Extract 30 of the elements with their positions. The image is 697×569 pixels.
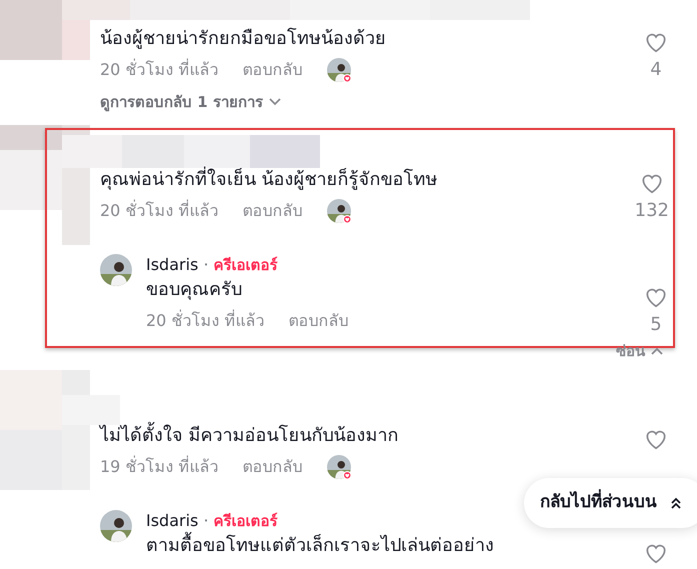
comment-text: ไม่ได้ตั้งใจ มีความอ่อนโยนกับน้องมาก <box>100 422 399 450</box>
like-count: 4 <box>650 59 662 81</box>
timestamp: 20 ชั่วโมง ที่แล้ว <box>146 308 265 332</box>
user-avatar <box>100 254 132 286</box>
comment-text: น้องผู้ชายน่ารักยกมือขอโทษน้องด้วย <box>100 26 386 51</box>
reply-link[interactable]: ตอบกลับ <box>242 58 303 82</box>
like-count: 132 <box>634 200 669 222</box>
separator-dot: · <box>203 254 209 274</box>
creator-label: ครีเอเตอร์ <box>214 512 278 530</box>
reply-text: ขอบคุณครับ <box>146 278 242 302</box>
double-chevron-up-icon <box>671 496 681 509</box>
creator-label: ครีเอเตอร์ <box>214 256 278 274</box>
author-name: Isdaris <box>146 510 198 530</box>
author-name: Isdaris <box>146 254 198 274</box>
timestamp: 19 ชั่วโมง ที่แล้ว <box>100 454 219 478</box>
reply-link[interactable]: ตอบกลับ <box>242 198 303 222</box>
like-count: 5 <box>650 314 662 336</box>
timestamp: 20 ชั่วโมง ที่แล้ว <box>100 198 219 222</box>
chevron-up-icon <box>651 347 663 356</box>
back-to-top-button[interactable]: กลับไปที่ส่วนบน <box>524 478 697 528</box>
reply-text: ตามตื้อขอโทษแต่ตัวเล็กเราจะไปเล่นต่ออย่าง <box>146 532 494 560</box>
separator-dot: · <box>203 510 209 530</box>
comment-text: คุณพ่อน่ารักที่ใจเย็น น้องผู้ชายก็รู้จักขอโทษ <box>100 166 438 192</box>
reply-link[interactable]: ตอบกลับ <box>242 454 303 478</box>
chevron-down-icon <box>268 98 281 106</box>
hide-replies-link[interactable]: ซ่อน <box>616 340 663 362</box>
user-avatar <box>100 510 132 542</box>
reply-link[interactable]: ตอบกลับ <box>288 308 349 332</box>
timestamp: 20 ชั่วโมง ที่แล้ว <box>100 58 219 81</box>
view-replies-link[interactable]: ดูการตอบกลับ 1 รายการ <box>100 91 281 114</box>
